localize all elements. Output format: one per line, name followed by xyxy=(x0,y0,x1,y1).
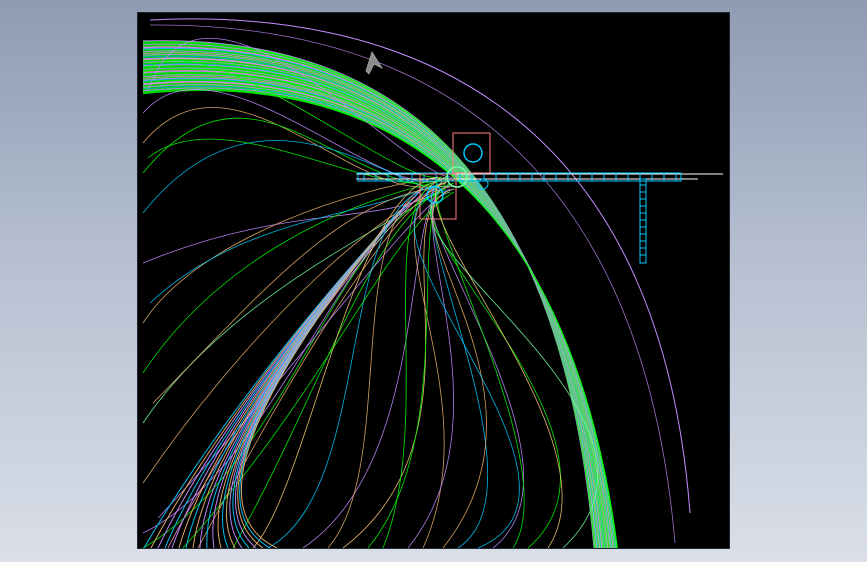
cad-viewport[interactable] xyxy=(137,12,730,549)
cad-wireframe-canvas[interactable] xyxy=(138,13,729,548)
canvas-background xyxy=(138,13,729,548)
